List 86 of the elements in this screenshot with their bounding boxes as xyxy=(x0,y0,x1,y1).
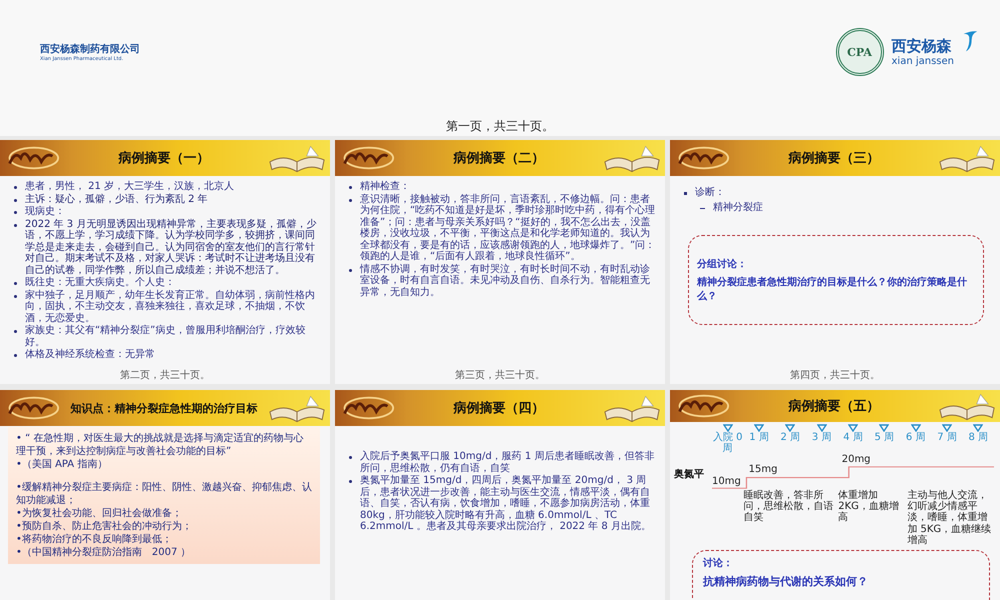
diagnosis-heading: 诊断： xyxy=(695,187,725,198)
dose-label: 10mg xyxy=(712,477,741,487)
bullet-icon xyxy=(349,480,352,483)
bullet-text: 2022 年 3 月无明显诱因出现精神异常，主要表现多疑，孤僻，少语，不愿上学，学习成绩下降。认为学校同学多，较拥挤，课间同学总是走来走去，会碰到自己。认为同宿舍的室友他们的言行常针对自己。期末考试不及格，对家人哭诉：考试时不让进考场且没有自己的试卷，同学作弊，所以自己成绩差；并说不想活了。 xyxy=(25,218,318,276)
bullet-icon xyxy=(349,456,352,459)
discussion-label: 分组讨论： xyxy=(697,258,748,271)
diagnosis-text: 精神分裂症 xyxy=(713,202,763,213)
bullet-text: 家族史：其父有“精神分裂症”病史，曾服用利培酮治疗，疗效较好。 xyxy=(25,325,306,348)
bullet-text: 入院后予奥氮平口服 10mg/d，服药 1 周后患者睡眠改善，但答非所问，思维松散，仍有自语，自笑 xyxy=(360,451,656,474)
bullet-icon xyxy=(14,330,17,333)
bullet-icon xyxy=(349,198,352,202)
discussion-question: 精神分裂症患者急性期治疗的目标是什么？你的治疗策略是什么？ xyxy=(697,276,968,303)
slide-thumbnail[interactable]: 病例摘要（五） 入院 0 周 1 周 2 周 3 周 4 周 5 周 6 周 7 周 8 周 奥氮平 10mg 15mg 20mg 睡眠改善，答非所问，思维松散，自语自笑 体重增加 2KG，血糖增高 主动与他人交流，幻听减少情感平淡，嗜睡，体重增加 5KG，血糖继续增高 讨论： 抗精神病药物与代谢的关系如何？ xyxy=(670,390,1000,600)
brand-name: xian janssen xyxy=(892,56,954,67)
triangle-marker-icon xyxy=(722,424,733,432)
slide-thumbnail[interactable] xyxy=(0,140,330,384)
week-label: 入院 0 周 xyxy=(712,432,744,454)
triangle-marker-icon xyxy=(942,424,952,432)
week-label: 8 周 xyxy=(968,432,988,443)
slide-title: 病例摘要（四） xyxy=(452,400,546,417)
knowledge-text: •（美国 APA 指南） xyxy=(16,458,108,471)
knowledge-text: •将药物治疗的不良反响降到最低； xyxy=(16,533,173,546)
bullet-text: 患者，男性， 21 岁，大三学生，汉族，北京人 xyxy=(25,181,234,192)
slide-title: 病例摘要（一） xyxy=(117,150,210,167)
triangle-marker-icon xyxy=(973,424,984,432)
bullet-icon xyxy=(14,211,17,214)
triangle-marker-icon xyxy=(816,424,827,432)
bullet-text: 精神检查： xyxy=(360,181,410,192)
week-label: 3 周 xyxy=(812,432,832,443)
slide-thumbnail[interactable]: 病例摘要（三） 诊断： 精神分裂症 分组讨论： 精神分裂症患者急性期治疗的目标是什么？你的治疗策略是什么？ 第四页，共三十页。 xyxy=(670,140,1000,384)
bullet-text: 意识清晰，接触被动，答非所问，言语紊乱，不修边幅。问：患者为何住院，“吃药不知道是好是坏，季时珍那时吃中药，得有个心理准备”；问：患者与母亲关系好吗？“挺好的，我不怎么出去，没盖楼房，没收垃圾，不平衡，平衡这点是和化学老师知道的。我认为全球都没有，要是有的话，应该感谢领跑的人，地球爆炸了。”问：领跑的人是谁，“后面有人跟着，地球良性循环”。 xyxy=(360,194,656,262)
dose-label: 20mg xyxy=(842,455,871,465)
drug-label: 奥氮平 xyxy=(674,468,705,481)
bullet-icon xyxy=(684,192,687,195)
page-caption: 第一页，共三十页。 xyxy=(445,118,555,135)
slide-footer: 第四页，共三十页。 xyxy=(670,370,1000,384)
discussion-question: 抗精神病药物与代谢的关系如何？ xyxy=(703,574,869,589)
bullet-text: 现病史： xyxy=(25,206,65,218)
bullet-icon xyxy=(14,294,17,298)
slide-title: 病例摘要（二） xyxy=(452,150,546,167)
slide-footer: 第二页，共三十页。 xyxy=(0,370,330,384)
knowledge-text: •为恢复社会功能、回归社会做准备； xyxy=(16,507,183,520)
week-label: 6 周 xyxy=(906,432,926,443)
bullet-icon xyxy=(14,282,17,285)
week-label: 5 周 xyxy=(874,432,894,443)
bullet-icon xyxy=(349,268,352,272)
company-name: 西安杨森制药有限公司 xyxy=(40,42,140,56)
week-label: 7 周 xyxy=(937,432,957,443)
note-text: 主动与他人交流，幻听减少情感平淡，嗜睡，体重增加 5KG，血糖继续增高 xyxy=(906,490,992,546)
knowledge-text: •预防自杀、防止危害社会的冲动行为； xyxy=(16,520,193,533)
triangle-marker-icon xyxy=(848,424,858,432)
triangle-marker-icon xyxy=(754,424,764,432)
triangle-marker-icon xyxy=(910,424,921,432)
triangle-marker-icon xyxy=(785,424,796,432)
slide-thumbnail[interactable] xyxy=(335,390,665,600)
bullet-icon xyxy=(14,224,17,226)
slide-footer: 第三页，共三十页。 xyxy=(335,370,665,384)
slide-title: 病例摘要（五） xyxy=(787,398,880,415)
knowledge-text: •（中国精神分裂症防治指南 2007 ） xyxy=(16,546,192,559)
dose-label: 15mg xyxy=(748,465,778,475)
slide-thumbnail[interactable] xyxy=(335,140,665,384)
slide-thumbnail[interactable]: 知识点：精神分裂症急性期的治疗目标 • “ 在急性期，对医生最大的挑战就是选择与滴定适宜的药物与心理干预，来到达控制病症与改善社会功能的目标” •（美国 APA 指南） •缓解精神分裂症主要病症：阳性、阴性、激越兴奋、抑郁焦虑、认知功能减退； •为恢复社会功能、回归社会做准备； •预防自杀、防止危害社会的冲动行为； •将药物治疗的不良反响降到最低； •（中国精神分裂症防治指南 2007 ） xyxy=(0,390,330,600)
note-text: 睡眠改善，答非所问，思维松散，自语自笑 xyxy=(744,490,835,526)
bullet-text: 情感不协调，有时发笑，有时哭泣，有时长时间不动，有时乱动诊室设备，时有自言自语。未见冲动及自伤、自杀行为。智能粗查无异常，无自知力。 xyxy=(360,264,651,298)
emblem-logo: CPA xyxy=(836,28,884,76)
bullet-icon xyxy=(14,186,17,189)
bullet-text: 家中独子，足月顺产，幼年生长发育正常。自幼体弱，病前性格内向，固执，不主动交友，喜独来独往，喜欢足球，不抽烟，不饮酒，无恋爱史。 xyxy=(25,290,316,324)
knowledge-text: • “ 在急性期，对医生最大的挑战就是选择与滴定适宜的药物与心理干预，来到达控制病症与改善社会功能的目标” xyxy=(16,432,304,458)
note-text: 体重增加 2KG，血糖增高 xyxy=(838,490,900,526)
bullet-text: 体格及神经系统检查：无异常 xyxy=(25,349,155,360)
week-label: 4 周 xyxy=(843,432,863,443)
swoosh-icon xyxy=(962,28,978,54)
discussion-label: 讨论： xyxy=(703,556,734,570)
knowledge-text: •缓解精神分裂症主要病症：阳性、阴性、激越兴奋、抑郁焦虑、认知功能减退； xyxy=(16,481,312,507)
bullet-text: 主诉：疑心，孤僻，少语、行为紊乱 2 年 xyxy=(25,194,208,205)
bullet-icon xyxy=(349,186,352,189)
slide-title: 知识点：精神分裂症急性期的治疗目标 xyxy=(69,400,258,416)
triangle-marker-icon xyxy=(879,424,890,432)
brand-name: 西安杨森 xyxy=(892,37,952,56)
bullet-text: 奥氮平加量至 15mg/d，四周后，奥氮平加量至 20mg/d， 3 周后，患者状况进一步改善，能主动与医生交流，情感平淡，偶有自语、自笑，否认有病，饮食增加，嗜睡，不愿参加病房活动，体重 80kg，肝功能较入院时略有升高，血糖 6.0mmol/L 、TC 6.2mmol/L 。患者及其母亲要求出院治疗， 2022 年 8 月出院。 xyxy=(360,475,652,532)
slide-title: 病例摘要（三） xyxy=(787,150,880,167)
week-label: 1 周 xyxy=(749,432,769,443)
bullet-text: 既往史：无重大疾病史。个人史： xyxy=(25,277,175,288)
bullet-icon xyxy=(14,198,17,202)
bullet-icon xyxy=(14,354,17,357)
week-label: 2 周 xyxy=(780,432,800,443)
